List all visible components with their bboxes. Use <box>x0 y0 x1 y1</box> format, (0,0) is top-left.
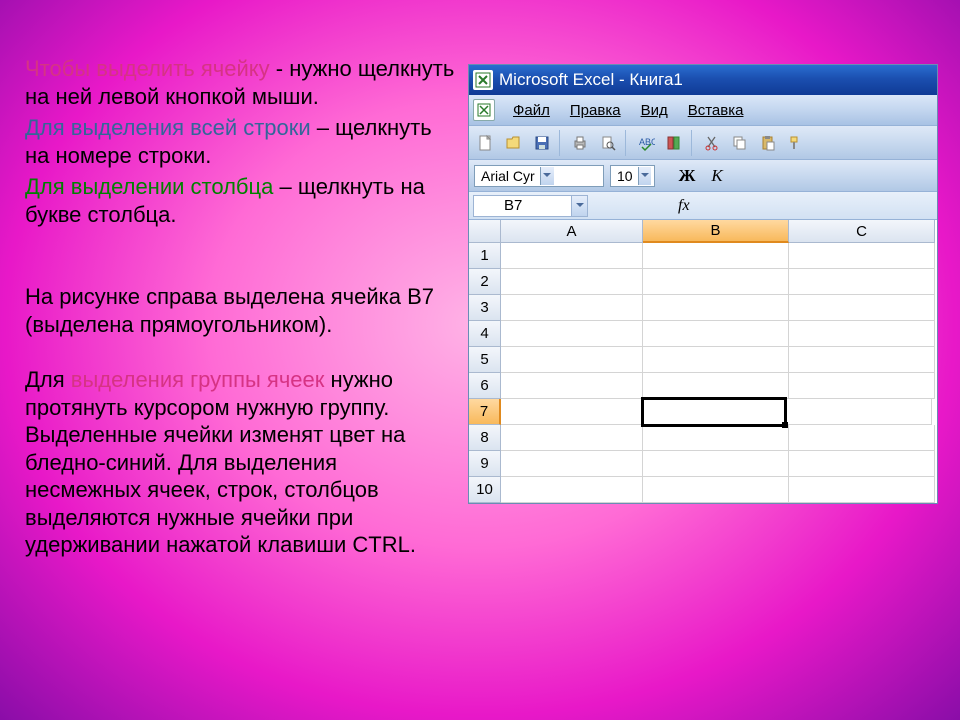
cell[interactable] <box>501 347 643 373</box>
menubar: Файл Правка Вид Вставка <box>469 95 937 126</box>
fx-label[interactable]: fx <box>678 197 690 215</box>
cell[interactable] <box>501 243 643 269</box>
selected-cell[interactable] <box>641 397 787 427</box>
cell[interactable] <box>501 451 643 477</box>
format-painter-button[interactable] <box>783 130 809 156</box>
row-header[interactable]: 6 <box>469 373 501 399</box>
font-size-dropdown[interactable]: 10 <box>610 165 655 187</box>
research-button[interactable] <box>661 130 687 156</box>
row-header[interactable]: 4 <box>469 321 501 347</box>
titlebar[interactable]: Microsoft Excel - Книга1 <box>469 65 937 95</box>
row-header[interactable]: 7 <box>469 399 501 425</box>
cut-button[interactable] <box>699 130 725 156</box>
menu-edit[interactable]: Правка <box>560 99 631 122</box>
formula-bar: B7 fx <box>469 192 937 220</box>
row-header[interactable]: 2 <box>469 269 501 295</box>
excel-window: Microsoft Excel - Книга1 Файл Правка Вид… <box>468 64 938 504</box>
excel-app-icon <box>473 70 493 90</box>
print-button[interactable] <box>567 130 593 156</box>
menu-view[interactable]: Вид <box>631 99 678 122</box>
col-header-b[interactable]: B <box>643 220 789 243</box>
cell[interactable] <box>643 373 789 399</box>
name-box[interactable]: B7 <box>473 195 588 217</box>
cell[interactable] <box>501 269 643 295</box>
preview-button[interactable] <box>595 130 621 156</box>
cell[interactable] <box>501 425 643 451</box>
row-header[interactable]: 1 <box>469 243 501 269</box>
cell[interactable] <box>643 269 789 295</box>
example-text: На рисунке справа выделена ячейка В7 (вы… <box>25 283 455 338</box>
col-header-c[interactable]: C <box>789 220 935 243</box>
cell[interactable] <box>501 477 643 503</box>
dropdown-arrow-icon[interactable] <box>638 167 651 185</box>
toolbar-standard: ABC <box>469 126 937 160</box>
separator-icon <box>625 130 629 156</box>
spell-button[interactable]: ABC <box>633 130 659 156</box>
instruction-text: Чтобы выделить ячейку - нужно щелкнуть н… <box>25 55 455 563</box>
font-name-dropdown[interactable]: Arial Cyr <box>474 165 604 187</box>
col-select-label: Для выделении столбца <box>25 174 273 199</box>
cell[interactable] <box>789 347 935 373</box>
cell[interactable] <box>643 477 789 503</box>
select-all-button[interactable] <box>469 220 501 243</box>
dropdown-arrow-icon[interactable] <box>540 167 554 185</box>
svg-text:ABC: ABC <box>639 137 655 147</box>
paste-button[interactable] <box>755 130 781 156</box>
cell[interactable] <box>501 321 643 347</box>
col-header-a[interactable]: A <box>501 220 643 243</box>
cell[interactable] <box>789 425 935 451</box>
cell[interactable] <box>789 477 935 503</box>
cell[interactable] <box>643 451 789 477</box>
cell[interactable] <box>789 451 935 477</box>
row-header[interactable]: 5 <box>469 347 501 373</box>
group-select-label: выделения группы ячеек <box>71 367 325 392</box>
cell[interactable] <box>789 373 935 399</box>
row-header[interactable]: 10 <box>469 477 501 503</box>
separator-icon <box>691 130 695 156</box>
toolbar-formatting: Arial Cyr 10 Ж К <box>469 160 937 192</box>
row-header[interactable]: 9 <box>469 451 501 477</box>
cell[interactable] <box>501 399 643 425</box>
row-header[interactable]: 3 <box>469 295 501 321</box>
cell[interactable] <box>789 269 935 295</box>
cell[interactable] <box>643 295 789 321</box>
cell[interactable] <box>789 295 935 321</box>
bold-button[interactable]: Ж <box>675 164 699 188</box>
cell[interactable] <box>789 321 935 347</box>
open-button[interactable] <box>501 130 527 156</box>
cell[interactable] <box>643 321 789 347</box>
cell[interactable] <box>786 399 932 425</box>
cell[interactable] <box>789 243 935 269</box>
cell[interactable] <box>501 295 643 321</box>
cell[interactable] <box>643 347 789 373</box>
copy-button[interactable] <box>727 130 753 156</box>
cell-select-label: Чтобы выделить ячейку <box>25 56 270 81</box>
workbook-icon[interactable] <box>473 99 495 121</box>
menu-file[interactable]: Файл <box>503 99 560 122</box>
cell[interactable] <box>643 243 789 269</box>
menu-insert[interactable]: Вставка <box>678 99 754 122</box>
italic-button[interactable]: К <box>705 164 729 188</box>
separator-icon <box>559 130 563 156</box>
cell[interactable] <box>501 373 643 399</box>
cell[interactable] <box>643 425 789 451</box>
worksheet-grid: A B C 1 2 3 4 5 6 7 8 9 10 <box>469 220 937 503</box>
row-select-label: Для выделения всей строки <box>25 115 311 140</box>
window-title: Microsoft Excel - Книга1 <box>499 70 683 90</box>
row-header[interactable]: 8 <box>469 425 501 451</box>
dropdown-arrow-icon[interactable] <box>571 196 587 216</box>
new-button[interactable] <box>473 130 499 156</box>
save-button[interactable] <box>529 130 555 156</box>
